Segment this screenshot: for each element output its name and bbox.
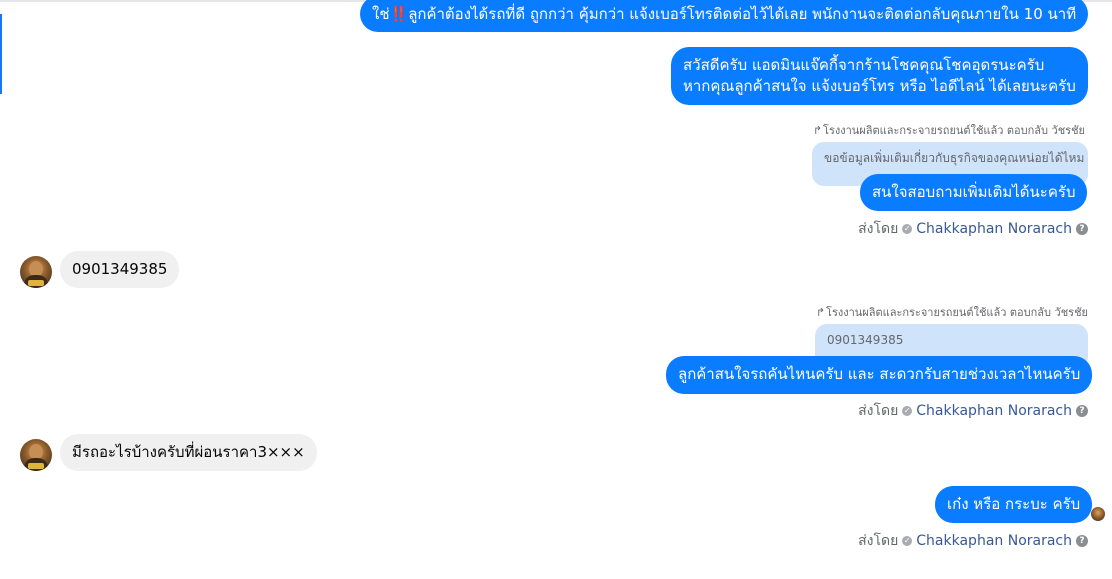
message-text: สนใจสอบถามเพิ่มเติมได้นะครับ [872,183,1076,201]
quoted-text: ขอข้อมูลเพิ่มเติมเกี่ยวกับธุรกิจของคุณหน… [824,151,1085,165]
sent-by-label: ส่งโดย [858,533,899,549]
message-text: ลูกค้าสนใจรถคันไหนครับ และ สะดวกรับสายช่… [678,365,1081,383]
message-text: มีรถอะไรบ้างครับที่ผ่อนราคา3××× [72,443,305,461]
outgoing-message-5[interactable]: เก๋ง หรือ กระบะ ครับ [935,486,1093,523]
incoming-message-2[interactable]: มีรถอะไรบ้างครับที่ผ่อนราคา3××× [60,434,317,471]
message-text: 0901349385 [72,260,168,278]
message-line-1: สวัสดีครับ แอดมินแจ๊คกี้จากร้านโชคคุณโชค… [683,56,1045,74]
verified-icon: ✓ [902,536,913,546]
verified-icon: ✓ [902,406,913,416]
sender-name[interactable]: Chakkaphan Norarach [916,403,1072,419]
outgoing-message-1[interactable]: ใช่‼️ลูกค้าต้องได้รถที่ดี ถูกกว่า คุ้มกว… [360,0,1089,32]
sender-name[interactable]: Chakkaphan Norarach [916,533,1072,549]
seen-avatar-icon [1091,507,1105,521]
sent-by-label: ส่งโดย [858,403,899,419]
contact-avatar[interactable] [20,439,52,471]
reply-arrow-icon: ↱ [815,306,826,319]
reply-meta-1: ↱โรงงานผลิตและกระจายรถยนต์ใช้แล้ว ตอบกลั… [813,121,1085,139]
sender-name[interactable]: Chakkaphan Norarach [916,221,1072,237]
sent-by-2: ส่งโดย ✓ Chakkaphan Norarach ? [858,400,1088,422]
help-icon[interactable]: ? [1076,405,1088,417]
incoming-message-1[interactable]: 0901349385 [60,251,180,288]
message-text: ลูกค้าต้องได้รถที่ดี ถูกกว่า คุ้มกว่า แจ… [408,5,1077,23]
message-text: เก๋ง หรือ กระบะ ครับ [947,495,1081,513]
help-icon[interactable]: ? [1076,223,1088,235]
sent-by-3: ส่งโดย ✓ Chakkaphan Norarach ? [858,530,1088,552]
outgoing-message-2[interactable]: สวัสดีครับ แอดมินแจ๊คกี้จากร้านโชคคุณโชค… [671,47,1088,105]
help-icon[interactable]: ? [1076,535,1088,547]
sent-by-label: ส่งโดย [858,221,899,237]
sent-by-1: ส่งโดย ✓ Chakkaphan Norarach ? [858,218,1088,240]
outgoing-message-4[interactable]: ลูกค้าสนใจรถคันไหนครับ และ สะดวกรับสายช่… [666,356,1093,394]
reply-arrow-icon: ↱ [812,124,823,137]
message-line-2: หากคุณลูกค้าสนใจ แจ้งเบอร์โทร หรือ ไอดีไ… [683,77,1076,95]
quoted-text: 0901349385 [827,333,904,347]
reply-meta-2: ↱โรงงานผลิตและกระจายรถยนต์ใช้แล้ว ตอบกลั… [816,303,1088,321]
reply-meta-text: โรงงานผลิตและกระจายรถยนต์ใช้แล้ว ตอบกลับ… [823,124,1085,137]
verified-icon: ✓ [902,224,913,234]
contact-avatar[interactable] [20,256,52,288]
outgoing-message-3[interactable]: สนใจสอบถามเพิ่มเติมได้นะครับ [860,174,1088,211]
left-accent-bar [0,14,2,94]
reply-meta-text: โรงงานผลิตและกระจายรถยนต์ใช้แล้ว ตอบกลับ… [826,306,1088,319]
message-text-prefix: ใช่ [372,5,390,23]
double-exclamation-icon: ‼️ [389,5,409,23]
